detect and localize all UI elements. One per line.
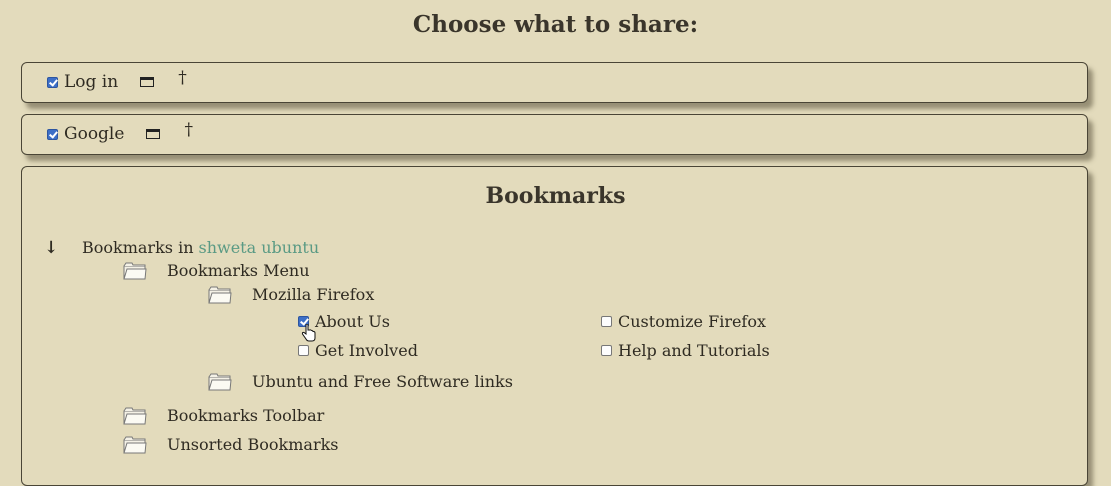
google-service-panel: Google †: [21, 114, 1088, 155]
folder-label: Bookmarks Menu: [167, 261, 310, 280]
help-tutorials-checkbox[interactable]: [601, 345, 612, 356]
google-checkbox[interactable]: [47, 128, 58, 140]
login-service-panel: Log in †: [21, 62, 1088, 103]
folder-icon: [123, 262, 147, 279]
google-label: Google: [64, 124, 125, 144]
folder-icon: [208, 373, 232, 390]
customize-firefox-checkbox[interactable]: [601, 316, 612, 327]
folder-icon: [208, 286, 232, 303]
bookmark-item-help-tutorials[interactable]: Help and Tutorials: [601, 341, 770, 360]
bookmark-label: About Us: [315, 312, 390, 331]
pin-icon[interactable]: †: [184, 121, 193, 139]
bookmarks-title: Bookmarks: [485, 183, 626, 209]
bookmark-item-customize-firefox[interactable]: Customize Firefox: [601, 312, 766, 331]
folder-mozilla-firefox[interactable]: Mozilla Firefox: [208, 285, 374, 304]
login-service-row: Log in †: [47, 69, 187, 92]
page-title: Choose what to share:: [412, 11, 699, 38]
hand-cursor-icon: [301, 324, 316, 342]
folder-label: Ubuntu and Free Software links: [252, 372, 513, 391]
bookmark-label: Customize Firefox: [618, 312, 767, 331]
folder-unsorted-bookmarks[interactable]: Unsorted Bookmarks: [123, 435, 339, 454]
bookmarks-root-prefix: Bookmarks in: [82, 238, 194, 257]
folder-label: Mozilla Firefox: [252, 285, 375, 304]
pin-icon[interactable]: †: [178, 69, 187, 87]
folder-bookmarks-toolbar[interactable]: Bookmarks Toolbar: [123, 406, 324, 425]
folder-ubuntu-links[interactable]: Ubuntu and Free Software links: [208, 372, 513, 391]
window-icon[interactable]: [140, 77, 155, 87]
folder-label: Unsorted Bookmarks: [167, 435, 339, 454]
collapse-arrow-icon[interactable]: ↓: [44, 238, 58, 258]
folder-bookmarks-menu[interactable]: Bookmarks Menu: [123, 261, 310, 280]
bookmarks-root[interactable]: Bookmarks in shweta ubuntu: [82, 238, 319, 257]
folder-icon: [123, 407, 147, 424]
bookmarks-panel: Bookmarks ↓ Bookmarks in shweta ubuntu B…: [21, 166, 1088, 486]
bookmark-label: Get Involved: [315, 341, 418, 360]
google-service-row: Google †: [47, 121, 193, 144]
folder-label: Bookmarks Toolbar: [167, 406, 325, 425]
login-label: Log in: [64, 72, 119, 92]
window-icon[interactable]: [146, 129, 161, 139]
folder-icon: [123, 436, 147, 453]
bookmarks-root-host[interactable]: shweta ubuntu: [199, 238, 320, 257]
bookmark-label: Help and Tutorials: [618, 341, 770, 360]
login-checkbox[interactable]: [47, 76, 58, 88]
get-involved-checkbox[interactable]: [298, 345, 309, 356]
